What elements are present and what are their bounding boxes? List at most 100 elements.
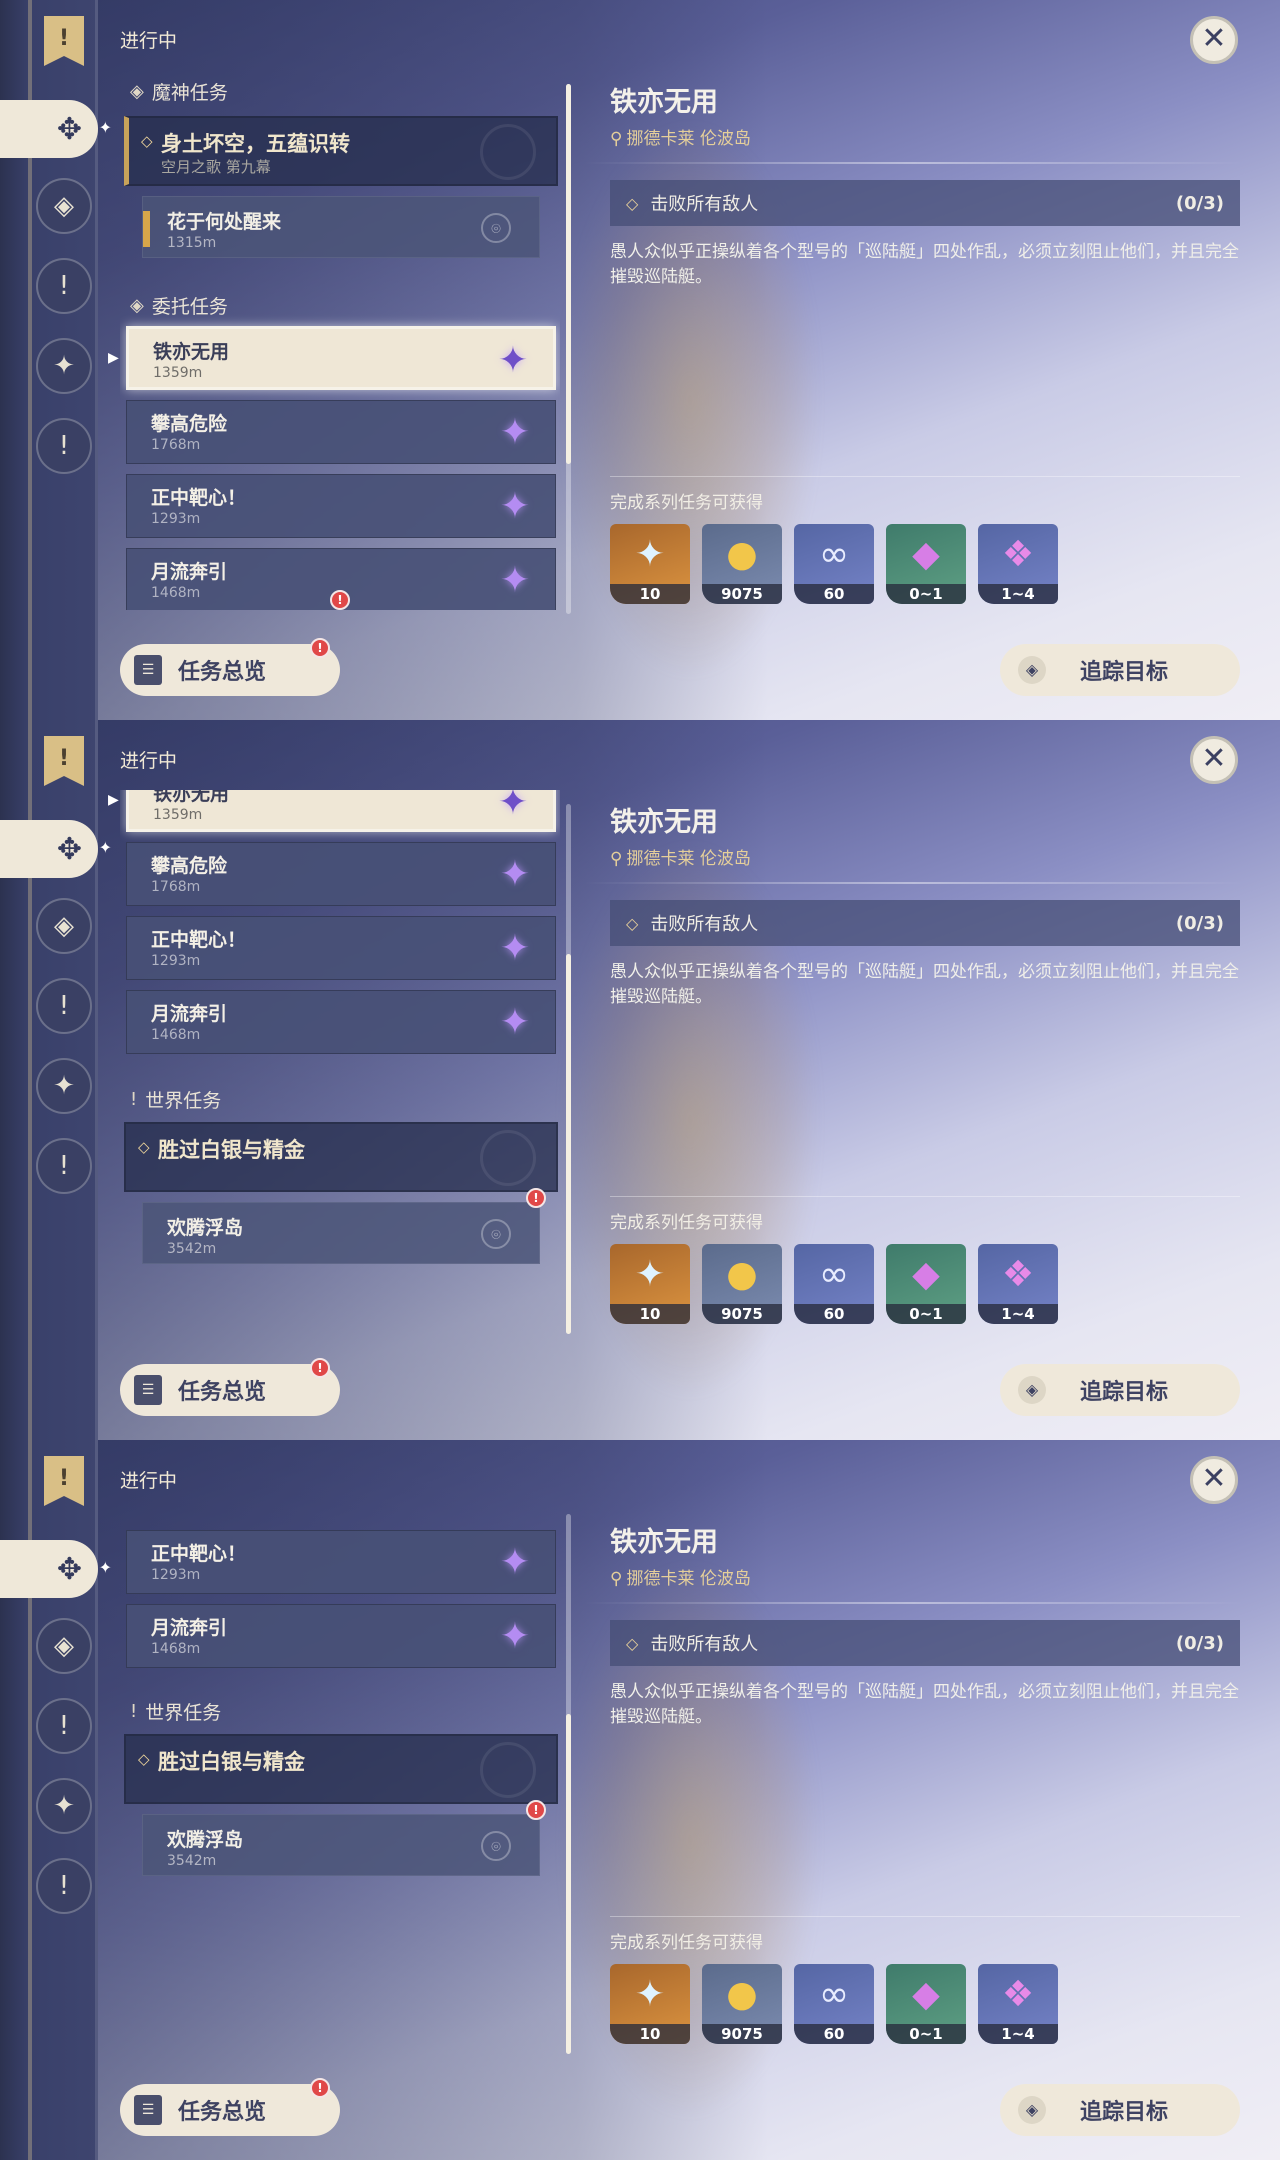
crystal-icon[interactable]: ◆ 0~1 — [886, 1964, 966, 2044]
archon-quest-item[interactable]: ◇ 身土坏空，五蕴识转 空月之歌 第九幕 — [124, 116, 558, 186]
exclamation-icon: ! — [58, 1871, 70, 1901]
rail-tab-story[interactable]: ✦ — [36, 338, 92, 394]
world-quest-item[interactable]: ◇ 胜过白银与精金 — [124, 1734, 558, 1804]
overview-label: 任务总览 — [178, 1380, 267, 1405]
section-label: 委托任务 — [151, 296, 228, 318]
rail-tab-commission-active[interactable]: ✥ ✦ — [0, 100, 112, 158]
world-subquest-item[interactable]: 欢腾浮岛 3542m ⌾ — [142, 1814, 540, 1876]
commission-title: 攀高危险 — [151, 855, 228, 877]
commission-star-icon: ✦ — [499, 560, 531, 601]
location-pin-icon: ⚲ — [610, 849, 623, 869]
mora-icon[interactable]: ● 9075 — [702, 1964, 782, 2044]
quest-overview-button[interactable]: ☰ 任务总览 — [120, 644, 340, 696]
objective-row: ◇ 击败所有敌人 (0/3) — [610, 180, 1240, 226]
detail-description: 愚人众似乎正操纵着各个型号的「巡陆艇」四处作乱，必须立刻阻止他们，并且完全摧毁巡… — [610, 962, 1239, 1007]
reward-qty: 10 — [610, 584, 690, 604]
book-icon: ☰ — [134, 2095, 162, 2125]
location-pin-icon[interactable]: ⌾ — [481, 1831, 511, 1861]
primogem-icon[interactable]: ✦ 10 — [610, 1964, 690, 2044]
scroll-thumb[interactable] — [566, 1714, 571, 2054]
rail-tab-archon[interactable]: ◈ — [36, 1618, 92, 1674]
archon-icon: ◈ — [54, 911, 74, 941]
rail-tab-world[interactable]: ! — [36, 1698, 92, 1754]
crystal-icon[interactable]: ◆ 0~1 — [886, 524, 966, 604]
rail-tab-other[interactable]: ! — [36, 1138, 92, 1194]
crystal-icon[interactable]: ◆ 0~1 — [886, 1244, 966, 1324]
subquest-title: 欢腾浮岛 — [167, 1217, 244, 1239]
reward-qty: 60 — [794, 2024, 874, 2044]
quest-screen-2: ! ✥ ✦ ◈ ! ✦ ! 进行中 ✕ 铁亦无用 1359m ✦ 攀高危险 176… — [0, 720, 1280, 1440]
mora-icon[interactable]: ● 9075 — [702, 524, 782, 604]
rail-tab-story[interactable]: ✦ — [36, 1058, 92, 1114]
mora-icon[interactable]: ● 9075 — [702, 1244, 782, 1324]
commission-title: 铁亦无用 — [153, 341, 230, 363]
commission-title: 正中靶心！ — [151, 929, 247, 951]
exp-icon[interactable]: ∞ 60 — [794, 1244, 874, 1324]
world-quest-item[interactable]: ◇ 胜过白银与精金 — [124, 1122, 558, 1192]
scroll-thumb[interactable] — [566, 84, 571, 464]
subquest-title: 欢腾浮岛 — [167, 1829, 244, 1851]
rail-tab-other[interactable]: ! — [36, 418, 92, 474]
commission-item[interactable]: 月流奔引 1468m ✦ — [126, 1604, 556, 1668]
location-pin-icon[interactable]: ⌾ — [481, 213, 511, 243]
divider — [584, 162, 1244, 164]
scrollbar[interactable] — [566, 84, 571, 614]
detail-title: 铁亦无用 — [610, 87, 718, 118]
story-icon: ✦ — [53, 1791, 75, 1821]
quest-list[interactable]: 铁亦无用 1359m ✦ 攀高危险 1768m ✦ 正中靶心！ 1293m ✦ … — [120, 790, 560, 1330]
scrollbar[interactable] — [566, 804, 571, 1334]
rail-tab-commission-active[interactable]: ✥ ✦ — [0, 820, 112, 878]
subquest-distance: 1315m — [167, 235, 217, 251]
subquest-title: 花于何处醒来 — [167, 211, 282, 233]
section-world: ! 世界任务 — [130, 1698, 221, 1725]
commission-title: 月流奔引 — [151, 1003, 228, 1025]
rail-tab-world[interactable]: ! — [36, 258, 92, 314]
quest-detail: 铁亦无用 ⚲ 挪德卡莱 伦波岛 ◇ 击败所有敌人 (0/3) 愚人众似乎正操纵着各个型… — [584, 0, 1244, 720]
archon-subquest-item[interactable]: 花于何处醒来 1315m ⌾ — [142, 196, 540, 258]
rail-tab-commission-active[interactable]: ✥ ✦ — [0, 1540, 112, 1598]
commission-item[interactable]: 正中靶心！ 1293m ✦ — [126, 1530, 556, 1594]
quest-screen-1: ! ✥ ✦ ◈ ! ✦ ! 进行中 ✕ ◈ 魔神任务 ◇ 身土坏空，五蕴识转 空月之… — [0, 0, 1280, 720]
commission-item-selected[interactable]: 铁亦无用 1359m ✦ — [126, 326, 556, 390]
world-subquest-item[interactable]: 欢腾浮岛 3542m ⌾ — [142, 1202, 540, 1264]
commission-distance: 1293m — [151, 1567, 201, 1583]
detail-title: 铁亦无用 — [610, 807, 718, 838]
crystal-cluster-icon[interactable]: ❖ 1~4 — [978, 524, 1058, 604]
location-pin-icon[interactable]: ⌾ — [481, 1219, 511, 1249]
primogem-icon[interactable]: ✦ 10 — [610, 1244, 690, 1324]
section-commission: ◈ 委托任务 — [130, 292, 228, 319]
commission-title: 月流奔引 — [151, 561, 228, 583]
quest-overview-button[interactable]: ☰ 任务总览 — [120, 1364, 340, 1416]
quest-list[interactable]: 正中靶心！ 1293m ✦ 月流奔引 1468m ✦ ! 世界任务 ◇ 胜过白银与… — [120, 1510, 560, 2050]
commission-item[interactable]: 正中靶心！ 1293m ✦ — [126, 474, 556, 538]
exp-icon[interactable]: ∞ 60 — [794, 524, 874, 604]
section-world: ! 世界任务 — [130, 1086, 221, 1113]
exclamation-icon: ! — [58, 1151, 70, 1181]
quest-detail: 铁亦无用 ⚲ 挪德卡莱 伦波岛 ◇ 击败所有敌人 (0/3) 愚人众似乎正操纵着各个型… — [584, 1440, 1244, 2160]
exclamation-icon: ! — [58, 991, 70, 1021]
primogem-icon[interactable]: ✦ 10 — [610, 524, 690, 604]
subquest-distance: 3542m — [167, 1241, 217, 1257]
commission-item[interactable]: 月流奔引 1468m ✦ — [126, 990, 556, 1054]
rewards-header: 完成系列任务可获得 — [610, 1213, 763, 1233]
quest-subtitle: 空月之歌 第九幕 — [161, 158, 271, 176]
rail-tab-archon[interactable]: ◈ — [36, 178, 92, 234]
crystal-cluster-icon[interactable]: ❖ 1~4 — [978, 1244, 1058, 1324]
scrollbar[interactable] — [566, 1514, 571, 2054]
commission-item-selected[interactable]: 铁亦无用 1359m ✦ — [126, 790, 556, 832]
alert-badge-icon: ! — [310, 1358, 330, 1378]
scroll-thumb[interactable] — [566, 954, 571, 1334]
quest-list[interactable]: ◈ 魔神任务 ◇ 身土坏空，五蕴识转 空月之歌 第九幕 花于何处醒来 1315m … — [120, 70, 560, 610]
commission-item[interactable]: 攀高危险 1768m ✦ — [126, 842, 556, 906]
rail-tab-story[interactable]: ✦ — [36, 1778, 92, 1834]
commission-item[interactable]: 攀高危险 1768m ✦ — [126, 400, 556, 464]
rail-tab-world[interactable]: ! — [36, 978, 92, 1034]
quest-overview-button[interactable]: ☰ 任务总览 — [120, 2084, 340, 2136]
crystal-cluster-icon[interactable]: ❖ 1~4 — [978, 1964, 1058, 2044]
commission-distance: 1768m — [151, 437, 201, 453]
rail-tab-other[interactable]: ! — [36, 1858, 92, 1914]
rail-tab-archon[interactable]: ◈ — [36, 898, 92, 954]
exp-icon[interactable]: ∞ 60 — [794, 1964, 874, 2044]
commission-item[interactable]: 正中靶心！ 1293m ✦ — [126, 916, 556, 980]
reward-qty: 9075 — [702, 2024, 782, 2044]
